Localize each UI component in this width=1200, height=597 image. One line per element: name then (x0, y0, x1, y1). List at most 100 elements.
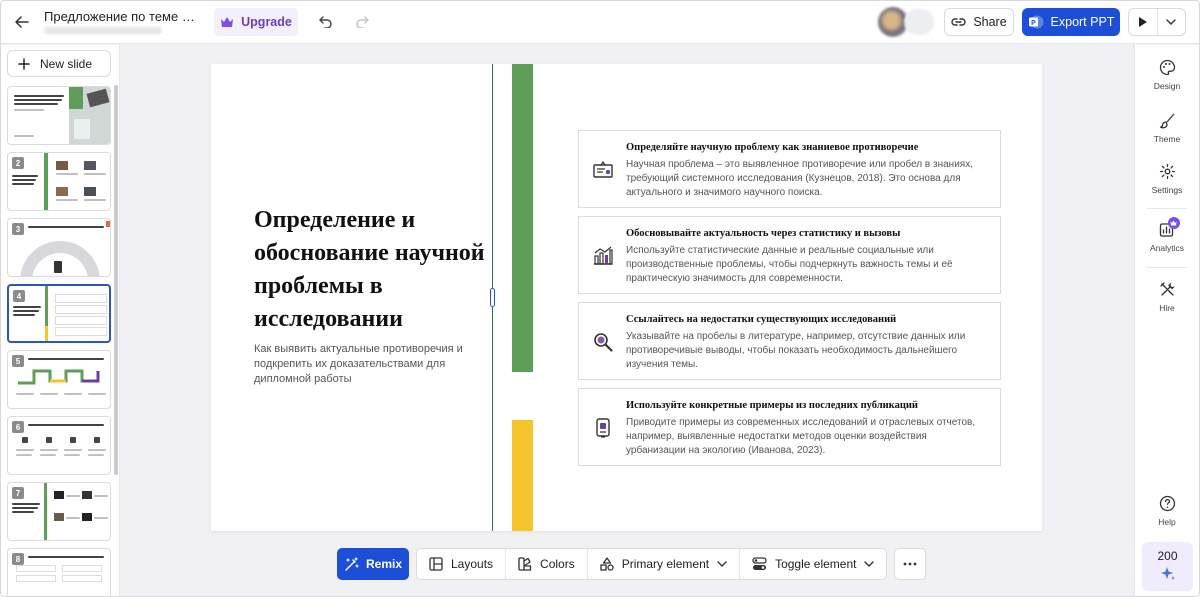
undo-icon (319, 16, 332, 28)
certificate-icon (593, 160, 613, 178)
slide-thumbnail-8[interactable]: 8 (7, 548, 111, 597)
content-card-1[interactable]: Определяйте научную проблему как знаниев… (578, 130, 1001, 208)
share-label: Share (973, 15, 1007, 29)
card-title: Определяйте научную проблему как знаниев… (626, 142, 919, 153)
design-label: Design (1153, 81, 1181, 91)
svg-text:P: P (1031, 20, 1036, 27)
shapes-icon (600, 557, 614, 571)
powerpoint-icon: P (1028, 15, 1044, 29)
primary-element-label: Primary element (621, 557, 710, 571)
slide-number: 4 (13, 290, 25, 302)
swatch-icon (518, 557, 532, 571)
present-button-group (1128, 8, 1186, 36)
help-label: Help (1158, 517, 1176, 527)
play-icon (1138, 17, 1147, 27)
card-text: Указывайте на пробелы в литературе, напр… (626, 331, 966, 370)
gear-icon (1159, 163, 1175, 180)
slide-canvas[interactable]: Определение и обоснование научной пробле… (211, 64, 1042, 531)
analytics-label: Analytics (1149, 243, 1184, 253)
hire-button[interactable]: Hire (1135, 281, 1199, 313)
sparkle-icon (1160, 567, 1175, 580)
more-options-button[interactable] (894, 548, 927, 580)
slides-scrollbar[interactable] (114, 85, 118, 475)
tools-panel: Design Theme Settings Analytics Hire Hel… (1134, 45, 1200, 597)
collaborators-indicator[interactable] (904, 9, 934, 35)
slide-subtitle[interactable]: Как выявить актуальные противоречия и по… (254, 342, 474, 387)
toggle-icon (752, 557, 767, 570)
slide-toolbar: Remix Layouts Colors Primary element Tog… (337, 548, 927, 580)
magnifier-icon (594, 333, 613, 352)
theme-button[interactable]: Theme (1135, 112, 1199, 144)
primary-element-button[interactable]: Primary element (588, 549, 741, 579)
plus-icon (18, 57, 30, 70)
remix-button[interactable]: Remix (337, 548, 409, 580)
upgrade-label: Upgrade (241, 15, 292, 29)
link-icon (951, 18, 966, 26)
slides-panel: New slide 2 3 4 5 6 7 8 (0, 45, 120, 597)
layouts-button[interactable]: Layouts (417, 549, 507, 579)
yellow-accent-bar (512, 420, 533, 531)
slide-title[interactable]: Определение и обоснование научной пробле… (254, 204, 489, 336)
premium-badge-icon (1167, 217, 1180, 229)
slide-thumbnail-1[interactable] (7, 86, 111, 145)
redo-icon (356, 16, 369, 28)
layout-icon (429, 557, 443, 571)
slide-thumbnail-4[interactable]: 4 (7, 284, 111, 343)
credits-button[interactable]: 200 (1142, 542, 1193, 591)
content-card-4[interactable]: Используйте конкретные примеры из послед… (578, 388, 1001, 466)
analytics-button[interactable]: Analytics (1135, 217, 1199, 253)
hire-label: Hire (1159, 303, 1175, 313)
theme-label: Theme (1153, 134, 1181, 144)
share-button[interactable]: Share (944, 8, 1014, 36)
top-bar: Предложение по теме дип... Upgrade Share… (0, 0, 1200, 44)
toggle-element-label: Toggle element (775, 557, 857, 571)
magic-wand-icon (345, 556, 359, 571)
document-subtitle-blurred (44, 27, 162, 34)
back-button[interactable] (10, 10, 34, 34)
content-card-2[interactable]: Обосновывайте актуальность через статист… (578, 216, 1001, 294)
export-ppt-button[interactable]: P Export PPT (1022, 8, 1120, 36)
more-horizontal-icon (904, 562, 917, 566)
arrow-left-icon (15, 16, 29, 28)
bar-chart-icon (594, 246, 613, 265)
card-title: Обосновывайте актуальность через статист… (626, 228, 901, 239)
tool-group: Layouts Colors Primary element Toggle el… (416, 548, 888, 580)
chevron-down-icon (717, 561, 727, 567)
undo-button[interactable] (316, 12, 336, 32)
slide-thumbnail-6[interactable]: 6 (7, 416, 111, 475)
content-card-3[interactable]: Ссылайтесь на недостатки существующих ис… (578, 302, 1001, 380)
colors-button[interactable]: Colors (506, 549, 588, 579)
toggle-element-button[interactable]: Toggle element (740, 549, 886, 579)
slide-thumbnail-2[interactable]: 2 (7, 152, 111, 211)
document-title[interactable]: Предложение по теме дип... (44, 9, 200, 24)
slide-thumbnail-5[interactable]: 5 (7, 350, 111, 409)
resize-handle[interactable] (490, 288, 495, 307)
design-button[interactable]: Design (1135, 59, 1199, 91)
present-options-button[interactable] (1158, 9, 1186, 35)
chevron-down-icon (864, 561, 875, 567)
slide-thumbnail-7[interactable]: 7 (7, 482, 111, 541)
crown-icon (221, 17, 234, 27)
slide-number: 7 (12, 487, 24, 499)
upgrade-button[interactable]: Upgrade (214, 8, 298, 36)
remix-label: Remix (365, 557, 403, 571)
card-text: Используйте статистические данные и реал… (626, 245, 953, 284)
card-text: Научная проблема – это выявленное против… (626, 159, 973, 198)
settings-label: Settings (1151, 185, 1183, 195)
separator (1147, 267, 1187, 268)
green-accent-bar (512, 64, 533, 372)
new-slide-button[interactable]: New slide (7, 50, 111, 77)
credits-count: 200 (1157, 549, 1178, 563)
tools-icon (1159, 282, 1175, 296)
settings-button[interactable]: Settings (1135, 163, 1199, 195)
colors-label: Colors (540, 557, 575, 571)
separator (1147, 208, 1187, 209)
palette-icon (1159, 59, 1175, 76)
present-button[interactable] (1129, 9, 1158, 35)
slide-thumbnail-3[interactable]: 3 (7, 218, 111, 277)
redo-button[interactable] (352, 12, 372, 32)
chevron-down-icon (1166, 19, 1176, 25)
slide-number: 6 (12, 421, 24, 433)
slide-number: 8 (12, 553, 24, 565)
help-button[interactable]: Help (1135, 495, 1199, 527)
